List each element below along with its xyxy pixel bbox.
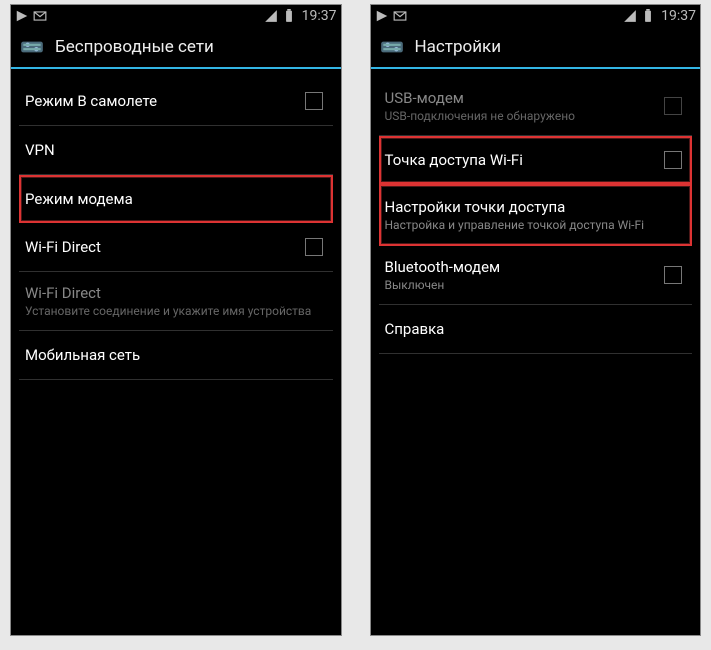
play-store-icon [375,9,389,23]
checkbox [664,97,682,115]
row-subtitle: USB-подключения не обнаружено [385,109,665,123]
battery-icon [282,9,296,23]
row-title: Справка [385,320,687,338]
header: Настройки [371,27,701,69]
status-time: 19:37 [659,8,696,24]
row-help[interactable]: Справка [379,305,693,354]
header: Беспроводные сети [11,27,341,69]
signal-icon [623,9,637,23]
settings-icon [379,34,405,60]
row-title: Bluetooth-модем [385,258,665,276]
settings-list: Режим В самолете VPN Режим модема Wi-Fi … [11,69,341,635]
header-title: Настройки [415,37,502,57]
status-bar: 19:37 [11,5,341,27]
row-title: VPN [25,141,327,159]
checkbox[interactable] [664,151,682,169]
row-wifi-hotspot[interactable]: Точка доступа Wi-Fi [379,136,693,184]
status-time: 19:37 [300,8,337,24]
row-hotspot-settings[interactable]: Настройки точки доступа Настройка и упра… [379,184,693,246]
row-title: Режим В самолете [25,92,305,110]
row-subtitle: Настройка и управление точкой доступа Wi… [385,218,687,232]
play-store-icon [15,9,29,23]
checkbox[interactable] [305,238,323,256]
row-tethering[interactable]: Режим модема [19,175,333,223]
battery-icon [641,9,655,23]
settings-icon [19,34,45,60]
settings-list: USB-модем USB-подключения не обнаружено … [371,69,701,635]
row-vpn[interactable]: VPN [19,126,333,175]
row-title: Настройки точки доступа [385,198,687,216]
row-mobile-network[interactable]: Мобильная сеть [19,331,333,380]
row-title: Точка доступа Wi-Fi [385,151,665,169]
row-bluetooth-modem[interactable]: Bluetooth-модем Выключен [379,246,693,305]
row-title: Мобильная сеть [25,346,327,364]
checkbox[interactable] [664,266,682,284]
phone-right: 19:37 Настройки USB-модем USB-подключени… [370,4,702,636]
signal-icon [264,9,278,23]
row-subtitle: Установите соединение и укажите имя устр… [25,304,327,318]
gmail-icon [393,9,407,23]
row-airplane-mode[interactable]: Режим В самолете [19,77,333,126]
row-title: Wi-Fi Direct [25,238,305,256]
row-title: Режим модема [25,190,327,208]
header-title: Беспроводные сети [55,37,214,57]
row-subtitle: Выключен [385,278,665,292]
row-usb-modem: USB-модем USB-подключения не обнаружено [379,77,693,136]
row-wifi-direct[interactable]: Wi-Fi Direct [19,223,333,272]
row-title: USB-модем [385,89,665,107]
row-title: Wi-Fi Direct [25,284,327,302]
gmail-icon [33,9,47,23]
checkbox[interactable] [305,92,323,110]
row-wifi-direct-info: Wi-Fi Direct Установите соединение и ука… [19,272,333,331]
phone-left: 19:37 Беспроводные сети Режим В самолете… [10,4,342,636]
status-bar: 19:37 [371,5,701,27]
